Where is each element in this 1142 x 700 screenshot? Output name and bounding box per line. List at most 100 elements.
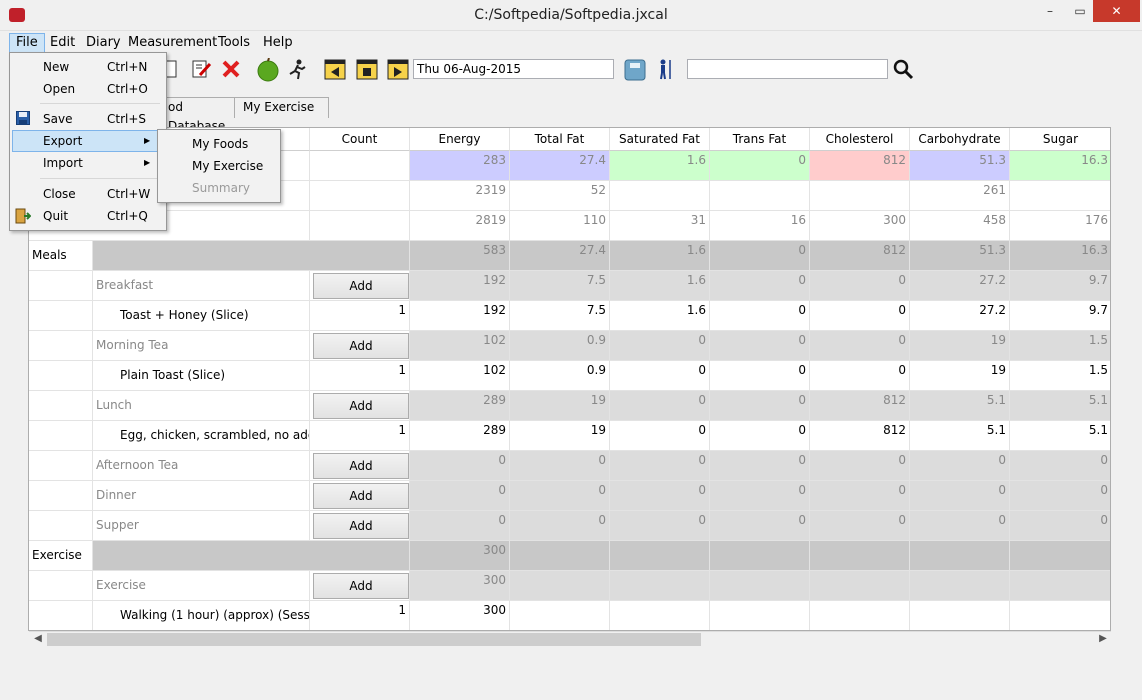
menu-file[interactable]: File [9,33,45,54]
search-input[interactable] [687,59,888,79]
section-total-cell: 51.3 [910,241,1010,271]
menu-item-export[interactable]: Export [43,130,82,152]
group-total-cell: 0 [810,271,910,301]
group-indent [29,391,93,421]
column-header: Cholesterol [810,128,910,151]
menu-diary[interactable]: Diary [80,33,127,52]
add-button[interactable]: Add [313,453,409,479]
summary-value-cell [810,181,910,211]
menu-item-quit[interactable]: Quit [43,205,68,227]
add-button[interactable]: Add [313,333,409,359]
menu-item-save[interactable]: Save [43,108,72,130]
tab-my-exercise[interactable]: My Exercise [234,97,329,118]
menu-item-open[interactable]: Open [43,78,75,100]
scroll-thumb[interactable] [47,633,701,646]
group-total-cell: 0 [1010,511,1110,541]
minimize-button[interactable]: – [1035,0,1065,22]
group-total-cell: 19 [510,391,610,421]
menu-help[interactable]: Help [257,33,299,52]
add-button[interactable]: Add [313,393,409,419]
section-total-cell: 583 [410,241,510,271]
group-total-cell [610,571,710,601]
summary-value-cell: 51.3 [910,151,1010,181]
menu-item-export-my-exercise[interactable]: My Exercise [192,155,263,177]
calendar-next-icon[interactable] [387,58,409,80]
menu-measurement[interactable]: Measurement [122,33,223,52]
summary-value-cell: 31 [610,211,710,241]
quit-door-icon [15,208,31,224]
group-indent [29,451,93,481]
group-total-cell: 1.5 [1010,331,1110,361]
summary-value-cell: 283 [410,151,510,181]
maximize-button[interactable]: ▭ [1065,0,1095,22]
group-indent [29,481,93,511]
date-field[interactable]: Thu 06-Aug-2015 [413,59,614,79]
submenu-arrow-icon: ▶ [144,136,151,145]
menu-separator [40,178,160,179]
add-button[interactable]: Add [313,573,409,599]
group-total-cell: 5.1 [1010,391,1110,421]
summary-value-cell: 176 [1010,211,1110,241]
menu-item-export-highlight[interactable] [12,130,162,152]
group-indent [29,271,93,301]
column-header: Saturated Fat [610,128,710,151]
exercise-runner-icon[interactable] [286,58,308,80]
food-item-name[interactable]: Walking (1 hour) (approx) (Session) [93,601,310,630]
section-total-cell: 27.4 [510,241,610,271]
group-indent [29,511,93,541]
apple-food-icon[interactable] [256,58,280,82]
item-value-cell: 0.9 [510,361,610,391]
file-menu-dropdown: New Ctrl+N Open Ctrl+O Save Ctrl+S Expor… [9,52,167,231]
food-item-name[interactable]: Toast + Honey (Slice) [93,301,310,331]
add-button[interactable]: Add [313,513,409,539]
close-button[interactable]: ✕ [1093,0,1140,22]
menu-tools[interactable]: Tools [212,33,256,52]
menu-item-export-summary: Summary [192,181,250,195]
item-value-cell [710,601,810,630]
meal-group-label: Dinner [93,481,310,511]
scroll-right-icon[interactable]: ▶ [1097,633,1109,646]
menu-edit[interactable]: Edit [44,33,81,52]
delete-icon[interactable] [220,58,242,80]
item-count-cell[interactable]: 1 [310,301,410,331]
section-total-cell: 0 [710,241,810,271]
item-value-cell: 812 [810,421,910,451]
search-icon[interactable] [892,58,914,80]
menu-item-export-my-foods[interactable]: My Foods [192,133,248,155]
calendar-prev-icon[interactable] [324,58,346,80]
food-item-name[interactable]: Plain Toast (Slice) [93,361,310,391]
item-value-cell [610,601,710,630]
add-button[interactable]: Add [313,483,409,509]
menu-item-new[interactable]: New [43,56,69,78]
item-value-cell: 19 [910,361,1010,391]
group-total-cell: 0 [1010,481,1110,511]
item-value-cell: 9.7 [1010,301,1110,331]
item-count-cell[interactable]: 1 [310,421,410,451]
menu-item-close[interactable]: Close [43,183,76,205]
summary-count-cell [310,181,410,211]
group-total-cell: 0 [710,511,810,541]
item-count-cell[interactable]: 1 [310,361,410,391]
edit-icon[interactable] [190,58,212,80]
scale-icon[interactable] [623,58,647,82]
summary-value-cell: 458 [910,211,1010,241]
add-button[interactable]: Add [313,273,409,299]
item-value-cell: 1.6 [610,301,710,331]
group-total-cell: 7.5 [510,271,610,301]
group-total-cell [910,571,1010,601]
meal-group-label: Afternoon Tea [93,451,310,481]
scroll-left-icon[interactable]: ◀ [32,633,44,646]
menu-shortcut-open: Ctrl+O [107,82,148,96]
group-total-cell: 0 [710,481,810,511]
item-count-cell[interactable]: 1 [310,601,410,630]
calendar-today-icon[interactable] [356,58,378,80]
section-band [93,541,410,571]
menu-item-import[interactable]: Import [43,152,83,174]
column-header: Total Fat [510,128,610,151]
summary-value-cell: 1.6 [610,151,710,181]
group-total-cell: 19 [910,331,1010,361]
food-item-name[interactable]: Egg, chicken, scrambled, no adde... [93,421,310,451]
meal-group-label: Breakfast [93,271,310,301]
menu-shortcut-quit: Ctrl+Q [107,209,148,223]
body-measurement-icon[interactable] [655,58,677,80]
